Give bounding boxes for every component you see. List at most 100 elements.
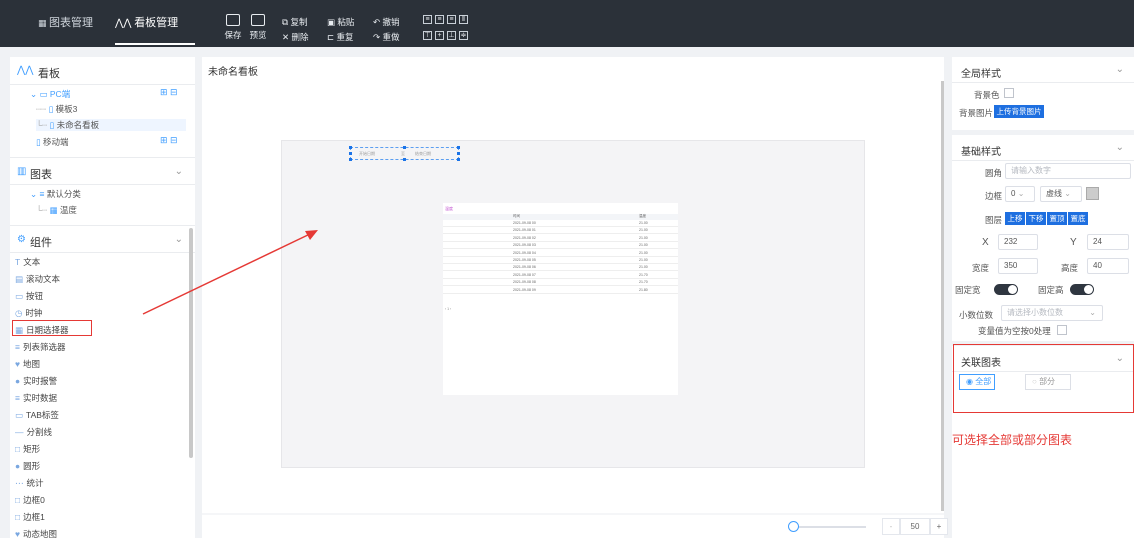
align-right-icon[interactable]: ≡ bbox=[447, 15, 456, 24]
copy-button[interactable]: ⧉ 复制 bbox=[282, 16, 307, 28]
resize-handle[interactable] bbox=[349, 146, 352, 149]
align-bottom-icon[interactable]: ⊥ bbox=[447, 31, 456, 40]
border-width-select[interactable]: 0 ⌄ bbox=[1005, 186, 1035, 202]
component-rectangle[interactable]: □ 矩形 bbox=[15, 443, 40, 455]
base-style-header[interactable]: 基础样式 ⌄ bbox=[952, 135, 1134, 161]
component-statistics[interactable]: ⋯ 统计 bbox=[15, 477, 44, 489]
undo-button[interactable]: ↶ 撤销 bbox=[373, 16, 400, 28]
statistics-icon: ⋯ bbox=[15, 478, 24, 488]
temperature-table-widget[interactable]: 温度 时间 温度 2021-09-08 00 21.00 2021-09-08 01… bbox=[443, 203, 678, 395]
redo-button[interactable]: ↷ 重做 bbox=[373, 31, 400, 43]
border-style-select[interactable]: 虚线 ⌄ bbox=[1040, 186, 1082, 202]
null-zero-checkbox[interactable] bbox=[1057, 325, 1067, 335]
radius-input[interactable]: 请输入数字 bbox=[1005, 163, 1131, 179]
chevron-down-icon: ⌄ bbox=[1115, 64, 1124, 75]
zoom-slider-knob[interactable] bbox=[788, 521, 799, 532]
border-color-picker[interactable] bbox=[1086, 187, 1099, 200]
resize-handle[interactable] bbox=[349, 158, 352, 161]
annotation-text: 可选择全部或部分图表 bbox=[952, 433, 1073, 447]
layer-bottom-button[interactable]: 置底 bbox=[1068, 212, 1088, 225]
tree-temperature[interactable]: └┈ ▦ 温度 bbox=[36, 204, 77, 216]
width-input[interactable]: 350 bbox=[998, 258, 1038, 274]
component-divider[interactable]: — 分割线 bbox=[15, 426, 52, 438]
align-middle-icon[interactable]: + bbox=[435, 31, 444, 40]
align-top-icon[interactable]: ⊤ bbox=[423, 31, 432, 40]
board-icon: ⋀⋀ bbox=[17, 65, 34, 76]
global-style-header[interactable]: 全局样式 ⌄ bbox=[952, 57, 1134, 83]
map-icon: ♥ bbox=[15, 529, 21, 538]
layer-up-button[interactable]: 上移 bbox=[1005, 212, 1025, 225]
upload-bg-button[interactable]: 上传背景图片 bbox=[994, 105, 1044, 118]
table-header: 时间 温度 bbox=[443, 214, 678, 220]
trend-icon: ⋀⋀ bbox=[115, 18, 135, 29]
resize-handle[interactable] bbox=[403, 146, 406, 149]
tree-unnamed-board[interactable]: └┈ ▯ 未命名看板 bbox=[36, 119, 186, 131]
component-clock[interactable]: ◷ 时钟 bbox=[15, 307, 42, 319]
distribute-v-icon[interactable]: ≑ bbox=[459, 31, 468, 40]
distribute-h-icon[interactable]: ⫴ bbox=[459, 15, 468, 24]
resize-handle[interactable] bbox=[403, 158, 406, 161]
bg-color-picker[interactable] bbox=[1004, 88, 1014, 98]
component-list-filter[interactable]: ≡ 列表筛选器 bbox=[15, 341, 65, 353]
component-circle[interactable]: ● 圆形 bbox=[15, 460, 40, 472]
left-scrollbar[interactable] bbox=[189, 228, 193, 458]
resize-handle[interactable] bbox=[457, 152, 460, 155]
component-dynamic-map[interactable]: ♥ 动态地图 bbox=[15, 528, 57, 538]
center-scrollbar[interactable] bbox=[941, 81, 944, 511]
mobile-add-icon[interactable]: ⊞ ⊟ bbox=[160, 135, 178, 146]
component-button[interactable]: ▭ 按钮 bbox=[15, 290, 43, 302]
pc-add-icon[interactable]: ⊞ ⊟ bbox=[160, 87, 178, 98]
zoom-value-input[interactable]: 50 bbox=[900, 518, 930, 535]
fixed-width-toggle[interactable] bbox=[994, 284, 1018, 295]
zoom-plus-button[interactable]: + bbox=[930, 518, 948, 535]
table-row: 2021-09-08 09 21.80 bbox=[443, 288, 678, 294]
resize-handle[interactable] bbox=[349, 152, 352, 155]
nav-chart-management[interactable]: ▦ 图表管理 bbox=[38, 0, 93, 47]
component-scroll-text[interactable]: ▤ 滚动文本 bbox=[15, 273, 60, 285]
tab-icon: ▭ bbox=[15, 410, 24, 420]
component-text[interactable]: T 文本 bbox=[15, 256, 40, 268]
component-border0[interactable]: □ 边框0 bbox=[15, 494, 45, 506]
table-cell-time: 2021-09-08 01 bbox=[513, 228, 536, 233]
table-cell-time: 2021-09-08 08 bbox=[513, 280, 536, 285]
align-left-icon[interactable]: ≡ bbox=[423, 15, 432, 24]
decimals-select[interactable]: 请选择小数位数 ⌄ bbox=[1001, 305, 1103, 321]
component-map[interactable]: ♥ 地图 bbox=[15, 358, 40, 370]
preview-button[interactable]: 预览 bbox=[244, 14, 272, 41]
tree-mobile[interactable]: ▯ 移动端 bbox=[36, 136, 69, 148]
table-row: 2021-09-08 07 21.70 bbox=[443, 273, 678, 279]
board-section-header[interactable]: ⋀⋀ 看板 bbox=[10, 57, 195, 85]
component-border1[interactable]: □ 边框1 bbox=[15, 511, 45, 523]
resize-handle[interactable] bbox=[457, 158, 460, 161]
align-center-icon[interactable]: ≡ bbox=[435, 15, 444, 24]
map-icon: ♥ bbox=[15, 359, 21, 369]
layer-down-button[interactable]: 下移 bbox=[1026, 212, 1046, 225]
chart-section-header[interactable]: ▥ 图表 ⌄ bbox=[10, 157, 195, 185]
zoom-bar: - 50 + bbox=[202, 515, 948, 538]
tree-default-category[interactable]: ⌄ ≡ 默认分类 bbox=[30, 188, 81, 200]
x-input[interactable]: 232 bbox=[998, 234, 1038, 250]
table-pagination[interactable]: ‹ 1 › bbox=[445, 307, 451, 311]
chevron-down-icon: ⌄ bbox=[174, 234, 183, 245]
components-section-header[interactable]: ⚙ 组件 ⌄ bbox=[10, 225, 195, 253]
nav-board-management[interactable]: ⋀⋀ 看板管理 bbox=[115, 0, 195, 45]
fixed-height-toggle[interactable] bbox=[1070, 284, 1094, 295]
resize-handle[interactable] bbox=[457, 146, 460, 149]
repeat-button[interactable]: ⊏ 重复 bbox=[327, 31, 354, 43]
save-button[interactable]: 保存 bbox=[219, 14, 247, 41]
tree-template3[interactable]: ┈┈ ▯ 模板3 bbox=[36, 103, 77, 115]
component-tab[interactable]: ▭ TAB标签 bbox=[15, 409, 59, 421]
zoom-slider-track[interactable] bbox=[796, 526, 866, 528]
layer-top-button[interactable]: 置顶 bbox=[1047, 212, 1067, 225]
y-input[interactable]: 24 bbox=[1087, 234, 1129, 250]
alarm-icon: ● bbox=[15, 376, 21, 386]
circle-icon: ● bbox=[15, 461, 21, 471]
paste-button[interactable]: ▣ 粘贴 bbox=[327, 16, 354, 28]
component-realtime-alarm[interactable]: ● 实时报警 bbox=[15, 375, 57, 387]
zoom-minus-button[interactable]: - bbox=[882, 518, 900, 535]
tree-pc[interactable]: ⌄ ▭ PC端 bbox=[30, 88, 70, 100]
delete-button[interactable]: ✕ 删除 bbox=[282, 31, 309, 43]
component-realtime-data[interactable]: ≡ 实时数据 bbox=[15, 392, 57, 404]
table-cell-time: 2021-09-08 03 bbox=[513, 243, 536, 248]
height-input[interactable]: 40 bbox=[1087, 258, 1129, 274]
